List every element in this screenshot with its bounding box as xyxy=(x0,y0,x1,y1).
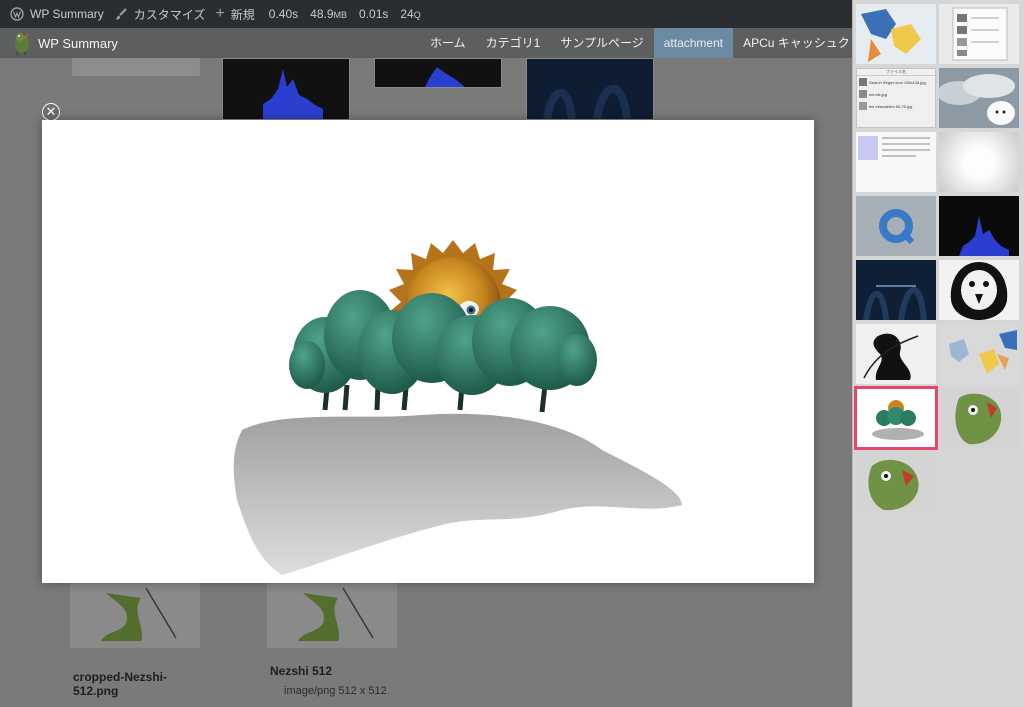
file-list-thumbnail xyxy=(952,7,1008,61)
world-map-thumbnail-2 xyxy=(949,330,1017,374)
brush-icon xyxy=(115,8,127,20)
image-icon xyxy=(859,90,867,98)
thumb-nezshi-face-2[interactable] xyxy=(856,452,936,512)
nav-item-attachment[interactable]: attachment xyxy=(653,28,734,58)
nav-item-sample-page[interactable]: サンプルページ xyxy=(550,28,653,58)
thumb-silhouette[interactable] xyxy=(856,324,936,384)
thumb-nezshi-face[interactable] xyxy=(939,388,1019,448)
site-logo-icon[interactable] xyxy=(10,30,34,56)
image-icon xyxy=(859,78,867,86)
admin-new-link[interactable]: + 新規 xyxy=(215,5,254,23)
stat-memory-unit: MB xyxy=(333,10,348,20)
bg-thumb-gray[interactable] xyxy=(72,58,200,76)
tree-shadow xyxy=(233,413,682,575)
thumbnail-panel: ファイル名 Search Regex icon 128x128.jpg sxf-… xyxy=(852,0,1024,707)
site-title[interactable]: WP Summary xyxy=(38,36,118,51)
screenshot-thumbnail xyxy=(858,136,930,160)
nav-item-category1[interactable]: カテゴリ1 xyxy=(476,28,551,58)
wordpress-icon xyxy=(10,7,24,21)
file-row: sxf-cfs.jpg xyxy=(857,88,935,100)
histogram-thumbnail-small xyxy=(425,67,465,87)
thumb-world-map[interactable] xyxy=(939,324,1019,384)
nezshi-thumbnail xyxy=(101,587,177,641)
admin-new-label: 新規 xyxy=(230,7,255,22)
thumb-sun-trees-selected[interactable] xyxy=(854,386,938,450)
thumb-map[interactable] xyxy=(856,4,936,64)
tree-canopy xyxy=(289,290,597,395)
admin-site-label: WP Summary xyxy=(30,7,104,21)
stat-queries: 24Q xyxy=(400,7,420,21)
attachment-meta: image/png 512 x 512 xyxy=(284,685,387,697)
admin-site-link[interactable]: WP Summary xyxy=(10,7,104,21)
image-icon xyxy=(859,102,867,110)
quicktime-icon xyxy=(879,209,915,245)
file-row-label: les miserables 50-75.jpg xyxy=(869,103,913,109)
lightbox-image-frame xyxy=(42,120,814,583)
thumb-file-manager[interactable] xyxy=(939,4,1019,64)
bg-thumb-nezshi-512[interactable] xyxy=(267,582,397,648)
file-row-label: Search Regex icon 128x128.jpg xyxy=(869,79,926,85)
thumb-night-trees[interactable] xyxy=(856,260,936,320)
site-header: WP Summary ホーム カテゴリ1 サンプルページ attachment … xyxy=(0,28,902,58)
nezshi-face-thumbnail xyxy=(955,393,1002,445)
plus-icon: + xyxy=(215,5,225,22)
clouds-thumbnail xyxy=(939,74,1015,125)
stat-memory-value: 48.9 xyxy=(310,7,334,21)
stat-time: 0.40s xyxy=(268,7,299,21)
caption-cropped-nezshi[interactable]: cropped-Nezshi-512.png xyxy=(73,670,183,698)
thumb-histogram[interactable] xyxy=(939,196,1019,256)
thumb-clouds[interactable] xyxy=(939,68,1019,128)
nezshi-thumbnail-2 xyxy=(298,587,374,641)
penguin-thumbnail xyxy=(950,262,1008,320)
histogram-thumbnail-panel xyxy=(959,216,1009,256)
lightbox-close-button[interactable]: ✕ xyxy=(42,103,60,121)
silhouette-thumbnail xyxy=(863,333,919,380)
thumb-screenshot[interactable] xyxy=(856,132,936,192)
world-map-thumbnail xyxy=(861,9,921,62)
file-row: Search Regex icon 128x128.jpg xyxy=(857,76,935,88)
night-trees-thumbnail xyxy=(543,84,631,120)
file-panel-title: ファイル名 xyxy=(857,69,935,76)
histogram-thumbnail xyxy=(263,69,323,119)
thumb-gradient[interactable] xyxy=(939,132,1019,192)
nezshi-face-thumbnail-2 xyxy=(868,459,919,511)
sun-over-trees-image xyxy=(233,240,682,575)
caption-nezshi-512[interactable]: Nezshi 512 xyxy=(270,664,332,678)
thumb-quicktime[interactable] xyxy=(856,196,936,256)
stat-query-time: 0.01s xyxy=(359,7,389,21)
admin-customize-label: カスタマイズ xyxy=(133,7,206,22)
bg-thumb-nezshi-cropped[interactable] xyxy=(70,582,200,648)
thumb-file-panel[interactable]: ファイル名 Search Regex icon 128x128.jpg sxf-… xyxy=(856,68,936,128)
main-nav: ホーム カテゴリ1 サンプルページ attachment APCu キャッシュク… xyxy=(420,28,912,58)
stat-queries-unit: Q xyxy=(413,10,421,20)
night-trees-thumbnail-panel xyxy=(863,285,927,320)
sun-trees-thumbnail xyxy=(872,400,924,440)
stat-queries-value: 24 xyxy=(400,7,414,21)
stat-memory: 48.9MB xyxy=(310,7,347,21)
tree-trunks xyxy=(322,384,548,413)
bg-thumb-night-trees[interactable] xyxy=(526,58,654,120)
file-row: les miserables 50-75.jpg xyxy=(857,100,935,112)
file-row-label: sxf-cfs.jpg xyxy=(869,91,888,97)
admin-customize-link[interactable]: カスタマイズ xyxy=(114,6,206,23)
nav-item-home[interactable]: ホーム xyxy=(420,28,476,58)
bg-thumb-chart[interactable] xyxy=(222,58,350,120)
thumb-penguin[interactable] xyxy=(939,260,1019,320)
bg-thumb-chart-small[interactable] xyxy=(374,58,502,88)
query-monitor-stats[interactable]: 0.40s 48.9MB 0.01s 24Q xyxy=(265,7,421,21)
